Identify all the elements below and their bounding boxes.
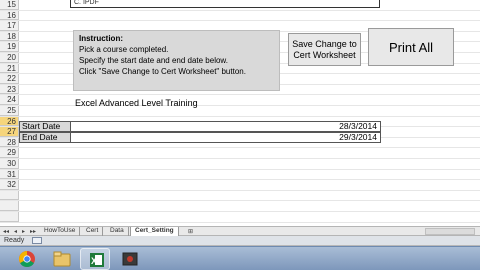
sheet-row: 29: [0, 148, 480, 159]
row-header[interactable]: [0, 212, 19, 222]
macro-record-icon[interactable]: [32, 237, 42, 244]
app-icon: [122, 252, 138, 266]
status-bar: Ready: [0, 236, 480, 246]
row-header[interactable]: 32: [0, 180, 19, 190]
sheet-tab-cert-setting[interactable]: Cert_Setting: [130, 227, 179, 236]
taskbar-explorer[interactable]: [47, 248, 77, 270]
save-change-button[interactable]: Save Change to Cert Worksheet: [288, 33, 361, 66]
row-header[interactable]: 31: [0, 169, 19, 180]
row-header[interactable]: 25: [0, 106, 19, 116]
sheet-tab-data[interactable]: Data: [106, 227, 129, 236]
start-date-row: Start Date 28/3/2014: [19, 121, 381, 132]
print-all-button[interactable]: Print All: [368, 28, 454, 66]
svg-text:X: X: [91, 256, 97, 266]
end-date-row: End Date 29/3/2014: [19, 132, 381, 143]
row-header[interactable]: 23: [0, 84, 19, 95]
row-header[interactable]: 26: [0, 116, 19, 127]
sheet-row: [0, 201, 480, 212]
row-header[interactable]: 15: [0, 0, 19, 10]
row-header[interactable]: 18: [0, 31, 19, 42]
sheet-row: 31: [0, 169, 480, 181]
taskbar-chrome[interactable]: [12, 248, 42, 270]
folder-icon: [53, 251, 71, 267]
row-header[interactable]: 21: [0, 63, 19, 74]
row-header[interactable]: 24: [0, 95, 19, 105]
sheet-tabs-bar: ◂◂ ◂ ▸ ▸▸ HowToUse Cert Data Cert_Settin…: [0, 226, 480, 236]
start-date-label[interactable]: Start Date: [19, 121, 71, 132]
end-date-label[interactable]: End Date: [19, 132, 71, 143]
sheet-row: [0, 212, 480, 223]
row-header[interactable]: 20: [0, 53, 19, 63]
row-header[interactable]: 17: [0, 21, 19, 31]
row-header[interactable]: 22: [0, 74, 19, 84]
row-header[interactable]: 30: [0, 159, 19, 169]
instruction-box: Instruction: Pick a course completed. Sp…: [73, 30, 280, 91]
row-header[interactable]: 29: [0, 148, 19, 158]
row-header[interactable]: 16: [0, 10, 19, 21]
worksheet-grid[interactable]: 15 C. IPDF 16 17 18 19 20 21 22 23 24 25…: [0, 0, 480, 226]
sheet-tab-howtouse[interactable]: HowToUse: [40, 227, 81, 236]
row-header[interactable]: 19: [0, 42, 19, 52]
training-title[interactable]: Excel Advanced Level Training: [75, 98, 198, 108]
taskbar-app[interactable]: [115, 248, 145, 270]
sheet-row: [0, 190, 480, 202]
excel-icon: X: [90, 253, 104, 267]
row-header[interactable]: 27: [0, 127, 19, 137]
chrome-icon: [19, 251, 35, 268]
instruction-title: Instruction:: [79, 34, 123, 43]
sheet-row: 25: [0, 106, 480, 117]
sheet-tab-cert[interactable]: Cert: [82, 227, 104, 236]
first-sheet-nav-icon[interactable]: ◂◂: [3, 228, 9, 235]
status-text: Ready: [4, 237, 25, 244]
start-date-cell[interactable]: 28/3/2014: [71, 121, 381, 132]
sheet-row: 30: [0, 159, 480, 170]
end-date-cell[interactable]: 29/3/2014: [71, 132, 381, 143]
instruction-line: Pick a course completed.: [79, 45, 169, 54]
instruction-line: Click "Save Change to Cert Worksheet" bu…: [79, 67, 246, 76]
row-header[interactable]: 28: [0, 137, 19, 148]
sheet-row: 16: [0, 10, 480, 22]
horizontal-scrollbar[interactable]: [425, 228, 475, 235]
sheet-row: 24: [0, 95, 480, 106]
row-header[interactable]: [0, 201, 19, 211]
row-header[interactable]: [0, 190, 19, 201]
windows-taskbar: X: [0, 246, 480, 270]
top-cell[interactable]: C. IPDF: [70, 0, 380, 8]
prev-sheet-nav-icon[interactable]: ◂: [14, 228, 17, 235]
last-sheet-nav-icon[interactable]: ▸▸: [30, 228, 36, 235]
taskbar-excel[interactable]: X: [80, 248, 110, 270]
insert-sheet-icon[interactable]: ⊞: [188, 228, 193, 235]
sheet-row: 32: [0, 180, 480, 191]
next-sheet-nav-icon[interactable]: ▸: [22, 228, 25, 235]
instruction-line: Specify the start date and end date belo…: [79, 56, 228, 65]
